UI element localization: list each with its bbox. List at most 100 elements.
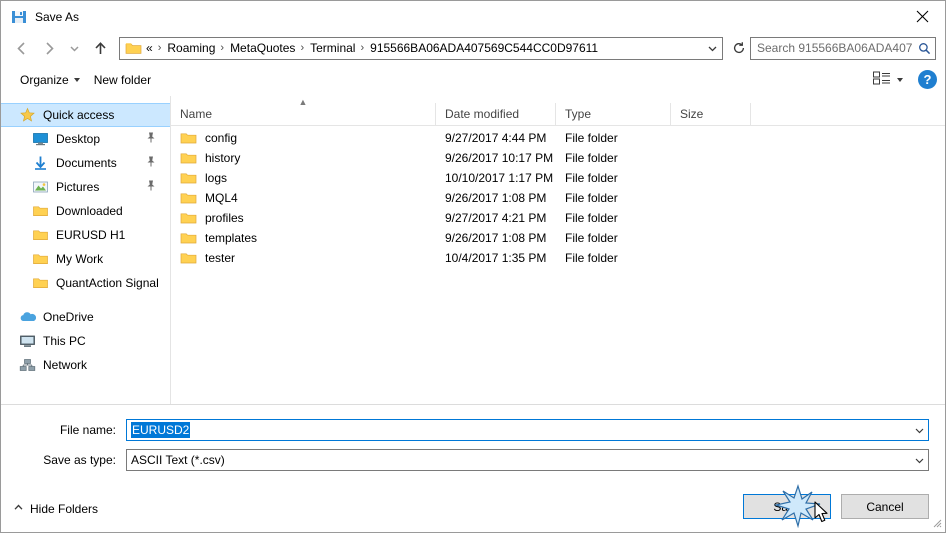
file-size-cell [671,148,751,168]
file-date-cell: 9/27/2017 4:44 PM [445,131,547,145]
table-row[interactable]: logs 10/10/2017 1:17 PM File folder [171,168,945,188]
search-icon[interactable] [913,42,935,55]
change-view-button[interactable] [868,67,908,92]
breadcrumb-item-metaquotes[interactable]: MetaQuotes [228,40,297,56]
sidebar-item-pictures[interactable]: Pictures [1,175,170,199]
resize-grip-icon[interactable] [931,517,942,530]
sidebar-item-desktop[interactable]: Desktop [1,127,170,151]
sidebar-item-network[interactable]: Network [1,353,170,377]
file-list-pane: ▲ Name Date modified Type Size config 9/… [171,96,945,404]
save-as-type-value: ASCII Text (*.csv) [131,453,225,467]
save-as-type-select[interactable]: ASCII Text (*.csv) [126,449,929,471]
file-size-cell [671,228,751,248]
chevron-down-icon[interactable] [704,38,721,59]
breadcrumb-item-roaming[interactable]: Roaming [165,40,217,56]
file-name-label: config [205,131,238,145]
hide-folders-button[interactable]: Hide Folders [13,502,98,516]
new-folder-label: New folder [93,72,152,87]
sidebar-item-eurusd-h1[interactable]: EURUSD H1 [1,223,170,247]
sidebar-item-label: QuantAction Signal [56,276,159,290]
search-input[interactable]: Search 915566BA06ADA40756... [757,41,913,55]
file-name-row: File name: EURUSD2 [17,419,929,441]
sidebar-item-label: Documents [56,156,117,170]
folder-icon [180,171,197,185]
new-folder-button[interactable]: New folder [87,69,158,91]
sidebar-item-this-pc[interactable]: This PC [1,329,170,353]
file-date-cell: 9/26/2017 10:17 PM [445,151,554,165]
column-header-label: Size [680,107,704,121]
file-name-label: history [205,151,241,165]
footer-buttons: Save Cancel [743,494,929,519]
table-row[interactable]: history 9/26/2017 10:17 PM File folder [171,148,945,168]
organize-label: Organize [20,72,69,87]
table-row[interactable]: MQL4 9/26/2017 1:08 PM File folder [171,188,945,208]
save-form: File name: EURUSD2 Save as type: ASCII T… [1,404,945,485]
sidebar-item-label: My Work [56,252,104,266]
breadcrumb-item-terminal[interactable]: Terminal [308,40,357,56]
sidebar-item-quick-access[interactable]: Quick access [1,103,170,127]
chevron-down-icon[interactable] [910,450,928,470]
sidebar-item-downloaded[interactable]: Downloaded [1,199,170,223]
file-type-cell: File folder [565,131,618,145]
pin-icon[interactable] [146,132,156,147]
file-date-cell: 9/26/2017 1:08 PM [445,191,547,205]
title-bar: Save As [1,1,945,32]
cancel-button[interactable]: Cancel [841,494,929,519]
help-button[interactable]: ? [918,70,937,89]
desktop-icon [32,131,49,147]
breadcrumb-item-terminal-id[interactable]: 915566BA06ADA407569C544CC0D97611 [368,40,600,56]
file-type-cell: File folder [565,191,618,205]
sidebar-item-label: Network [43,358,88,372]
breadcrumb: « › Roaming › MetaQuotes › Terminal › 91… [146,40,704,56]
file-name-label: MQL4 [205,191,238,205]
table-row[interactable]: templates 9/26/2017 1:08 PM File folder [171,228,945,248]
table-row[interactable]: tester 10/4/2017 1:35 PM File folder [171,248,945,268]
dialog-footer: Hide Folders Save Cancel [1,485,945,532]
save-as-type-label: Save as type: [43,453,116,467]
pin-icon[interactable] [146,180,156,195]
file-date-cell: 9/26/2017 1:08 PM [445,231,547,245]
recent-locations-button[interactable] [61,35,87,61]
chevron-down-icon [73,77,80,82]
forward-button[interactable] [35,35,61,61]
sidebar-item-quantaction-signal[interactable]: QuantAction Signal [1,271,170,295]
onedrive-icon [19,309,37,325]
column-header-size[interactable]: Size [671,102,751,126]
file-name-cell: tester [171,248,436,268]
chevron-down-icon[interactable] [910,420,928,440]
network-icon [19,357,36,373]
chevron-up-icon [13,503,24,515]
column-header-date-modified[interactable]: Date modified [436,102,556,126]
breadcrumb-separator: › [157,41,162,54]
search-box[interactable]: Search 915566BA06ADA40756... [750,36,936,60]
close-icon[interactable] [899,1,945,31]
file-name-input[interactable]: EURUSD2 [126,419,929,441]
pictures-icon [32,179,49,195]
breadcrumb-bar[interactable]: « › Roaming › MetaQuotes › Terminal › 91… [119,36,723,60]
file-date-cell: 9/27/2017 4:21 PM [445,211,547,225]
up-button[interactable] [87,35,113,61]
breadcrumb-overflow[interactable]: « [146,41,155,55]
file-type-cell: File folder [565,151,618,165]
sidebar-item-my-work[interactable]: My Work [1,247,170,271]
file-type-cell: File folder [565,231,618,245]
save-button[interactable]: Save [743,494,831,519]
sidebar-item-label: Downloaded [56,204,123,218]
file-type-cell: File folder [565,251,618,265]
folder-icon [180,231,197,245]
save-as-window-icon [11,9,27,25]
chevron-down-icon [897,77,903,82]
refresh-icon[interactable] [728,37,750,60]
sidebar-item-onedrive[interactable]: OneDrive [1,305,170,329]
organize-button[interactable]: Organize [13,69,87,91]
command-bar-right: ? [868,64,937,95]
column-header-type[interactable]: Type [556,102,671,126]
folder-icon [125,41,142,55]
table-row[interactable]: profiles 9/27/2017 4:21 PM File folder [171,208,945,228]
table-row[interactable]: config 9/27/2017 4:44 PM File folder [171,128,945,148]
pin-icon[interactable] [146,156,156,171]
sidebar-item-documents[interactable]: Documents [1,151,170,175]
column-header-name[interactable]: ▲ Name [171,97,436,126]
back-button[interactable] [9,35,35,61]
